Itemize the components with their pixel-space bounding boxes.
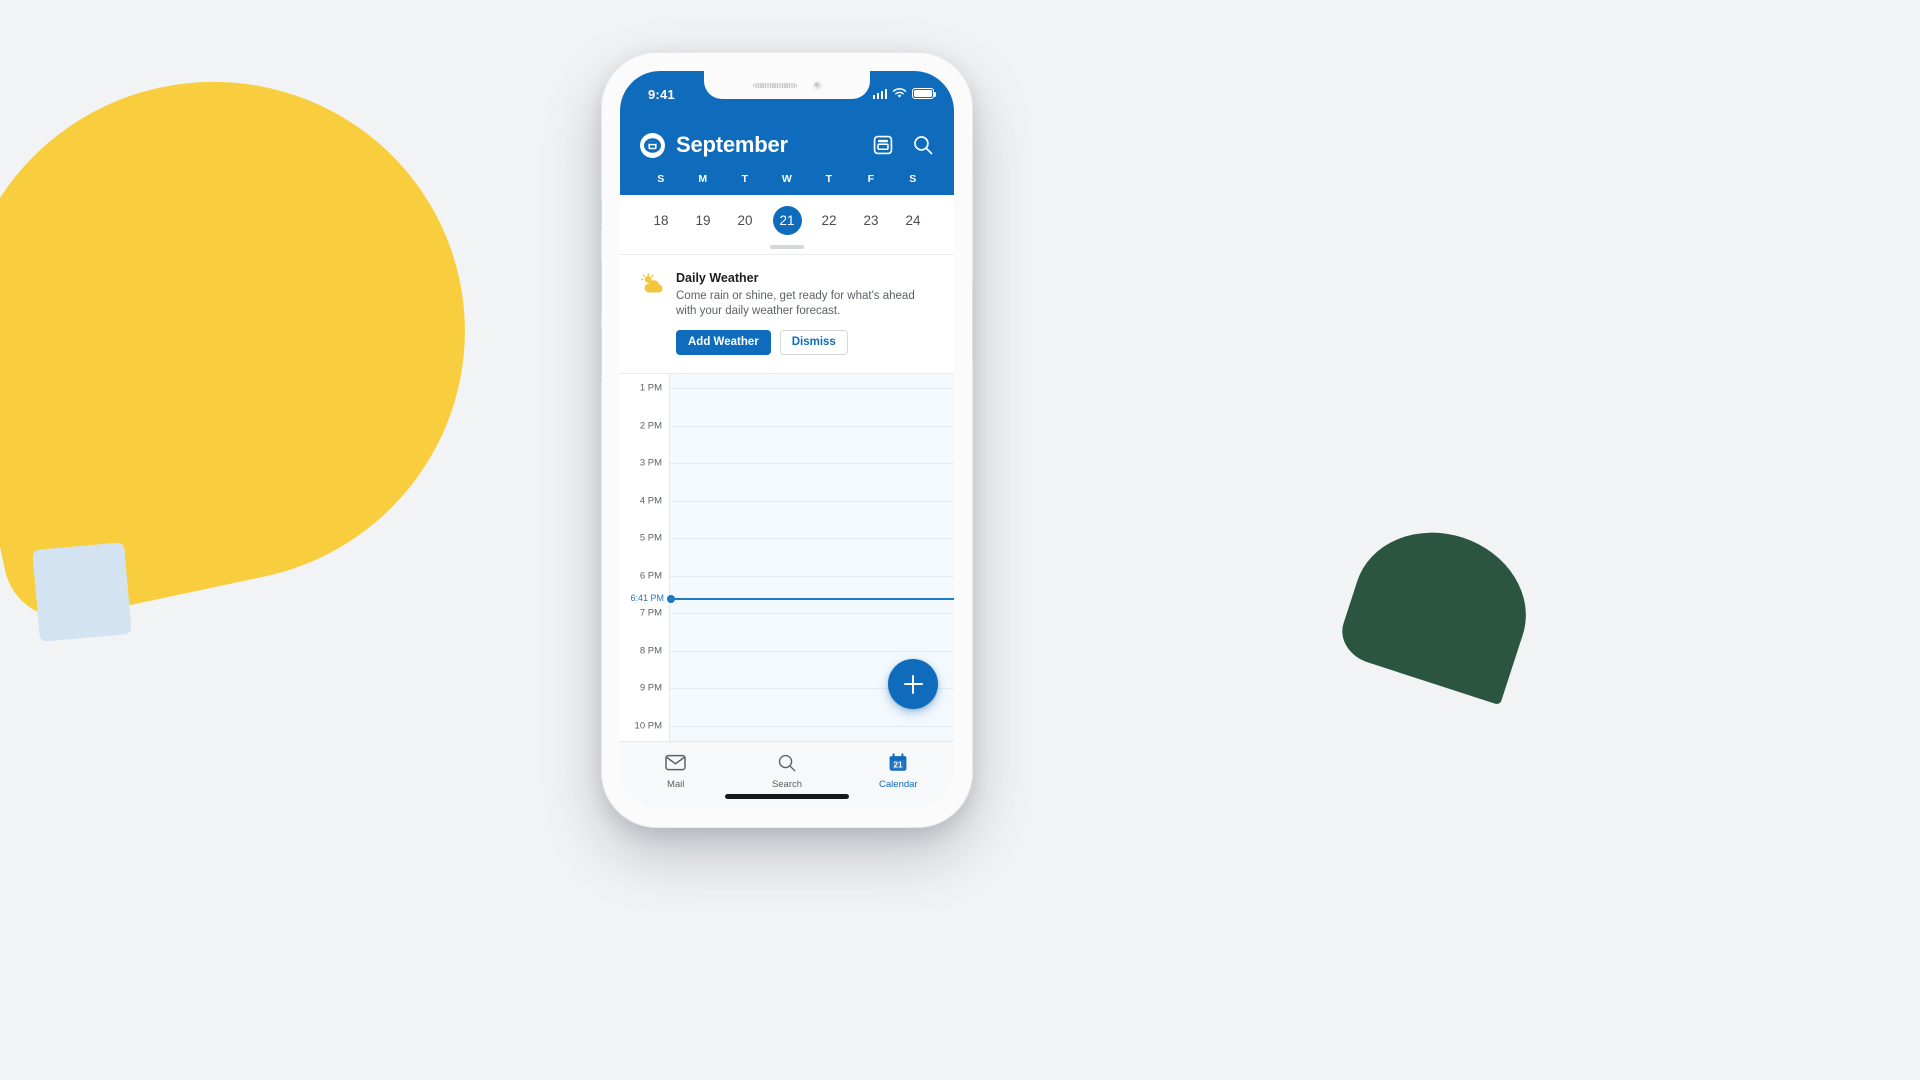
timeline-hour-gridline xyxy=(670,463,954,465)
phone-body: 9:41 September S M T W T F S 18 19 20 21… xyxy=(601,52,973,828)
date-number: 20 xyxy=(737,212,753,228)
day-timeline[interactable]: 1 PM 2 PM 3 PM 4 PM 5 PM 6 PM 7 PM 8 PM 9 PM 10 P… xyxy=(620,374,954,741)
expand-grabber-handle[interactable] xyxy=(770,245,804,249)
date-cell-24[interactable]: 24 xyxy=(892,206,934,235)
weather-card-actions: Add Weather Dismiss xyxy=(676,329,934,356)
weekday-label: T xyxy=(825,173,833,185)
decorative-yellow-teardrop xyxy=(0,34,512,630)
decorative-green-wedge xyxy=(1334,510,1546,706)
status-time: 9:41 xyxy=(648,87,675,102)
date-number: 24 xyxy=(905,212,921,228)
date-number: 23 xyxy=(863,212,879,228)
tab-mail[interactable]: Mail xyxy=(620,752,731,790)
app-header: September S M T W T F S xyxy=(620,115,954,195)
page-title: September xyxy=(676,132,788,157)
timeline-hour-label: 3 PM xyxy=(639,457,662,469)
timeline-hour-gridline xyxy=(670,650,954,652)
phone-volume-up-button[interactable] xyxy=(601,260,602,314)
date-strip: 18 19 20 21 22 23 24 xyxy=(620,195,954,255)
timeline-hour-gutter: 1 PM 2 PM 3 PM 4 PM 5 PM 6 PM 7 PM 8 PM 9 PM 10 P… xyxy=(620,374,669,741)
current-time-dot xyxy=(667,595,675,603)
date-cell-19[interactable]: 19 xyxy=(682,206,724,235)
timeline-hour-label: 8 PM xyxy=(639,645,662,657)
mail-icon xyxy=(665,752,686,773)
timeline-hour-label: 10 PM xyxy=(634,720,662,732)
phone-mute-switch[interactable] xyxy=(601,200,602,230)
timeline-hour-gridline xyxy=(670,425,954,427)
timeline-hour-label: 9 PM xyxy=(639,682,662,694)
svg-text:21: 21 xyxy=(894,760,903,769)
status-icons xyxy=(872,88,937,99)
phone-mockup: 9:41 September S M T W T F S 18 19 20 21… xyxy=(601,52,973,828)
phone-power-button[interactable] xyxy=(972,282,973,362)
weekday-label: T xyxy=(741,173,749,185)
timeline-hour-gridline xyxy=(670,538,954,540)
weekday-label: S xyxy=(909,173,917,185)
calendar-icon: 21 xyxy=(888,752,908,773)
date-cell-21-selected[interactable]: 21 xyxy=(766,205,808,235)
timeline-hour-gridline xyxy=(670,388,954,390)
dismiss-button[interactable]: Dismiss xyxy=(779,329,848,356)
weekday-label: S xyxy=(657,173,665,185)
tab-search[interactable]: Search xyxy=(731,752,842,790)
status-bar: 9:41 xyxy=(620,71,954,115)
phone-screen: 9:41 September S M T W T F S 18 19 20 21… xyxy=(620,71,954,809)
add-event-button[interactable] xyxy=(888,659,938,709)
date-row: 18 19 20 21 22 23 24 xyxy=(640,195,934,245)
weather-card-title: Daily Weather xyxy=(676,270,759,285)
current-time-line xyxy=(667,595,954,603)
weather-card-description: Come rain or shine, get ready for what's… xyxy=(676,289,915,317)
phone-notch xyxy=(704,71,870,99)
timeline-hour-label: 4 PM xyxy=(639,495,662,507)
phone-volume-down-button[interactable] xyxy=(601,328,602,382)
timeline-hour-gridline xyxy=(670,613,954,615)
timeline-hour-label: 5 PM xyxy=(639,532,662,544)
timeline-hour-gridline xyxy=(670,725,954,727)
page-canvas: 9:41 September S M T W T F S 18 19 20 21… xyxy=(0,0,1920,1080)
weekday-label: M xyxy=(698,173,708,185)
date-number: 22 xyxy=(821,212,837,228)
weekday-label: F xyxy=(867,173,875,185)
add-weather-button[interactable]: Add Weather xyxy=(676,329,771,356)
timeline-hour-gridline xyxy=(670,500,954,502)
decorative-blue-square xyxy=(32,542,132,642)
search-icon[interactable] xyxy=(912,134,934,156)
timeline-hour-label: 7 PM xyxy=(639,607,662,619)
account-avatar-icon[interactable] xyxy=(640,132,665,158)
header-actions xyxy=(872,134,934,156)
weekday-header: S M T W T F S xyxy=(640,167,934,195)
earpiece-speaker xyxy=(752,82,797,88)
front-camera-icon xyxy=(812,80,822,90)
date-number: 19 xyxy=(695,212,711,228)
wifi-icon xyxy=(892,88,907,98)
date-number: 21 xyxy=(772,205,802,235)
date-cell-18[interactable]: 18 xyxy=(640,206,682,235)
timeline-hour-label: 6 PM xyxy=(639,570,662,582)
home-indicator[interactable] xyxy=(725,794,849,799)
battery-icon xyxy=(912,88,937,99)
timeline-hour-label: 2 PM xyxy=(639,420,662,432)
date-number: 18 xyxy=(653,212,669,228)
search-icon xyxy=(777,752,797,773)
weekday-label: W xyxy=(781,173,793,185)
daily-weather-card: Daily Weather Come rain or shine, get re… xyxy=(620,254,954,375)
header-row: September xyxy=(640,123,934,167)
date-cell-20[interactable]: 20 xyxy=(724,206,766,235)
current-time-label: 6:41 PM xyxy=(630,593,664,604)
date-cell-22[interactable]: 22 xyxy=(808,206,850,235)
tab-label: Search xyxy=(771,779,803,790)
cellular-signal-icon xyxy=(872,88,887,99)
timeline-hour-gridline xyxy=(670,575,954,577)
weather-card-body: Daily Weather Come rain or shine, get re… xyxy=(676,271,934,356)
tab-calendar[interactable]: 21 Calendar xyxy=(843,752,954,790)
tab-label: Mail xyxy=(666,779,685,790)
timeline-hour-label: 1 PM xyxy=(639,382,662,394)
sun-behind-cloud-icon xyxy=(640,271,670,356)
date-cell-23[interactable]: 23 xyxy=(850,206,892,235)
tab-label: Calendar xyxy=(879,779,918,790)
view-switcher-icon[interactable] xyxy=(872,134,894,156)
